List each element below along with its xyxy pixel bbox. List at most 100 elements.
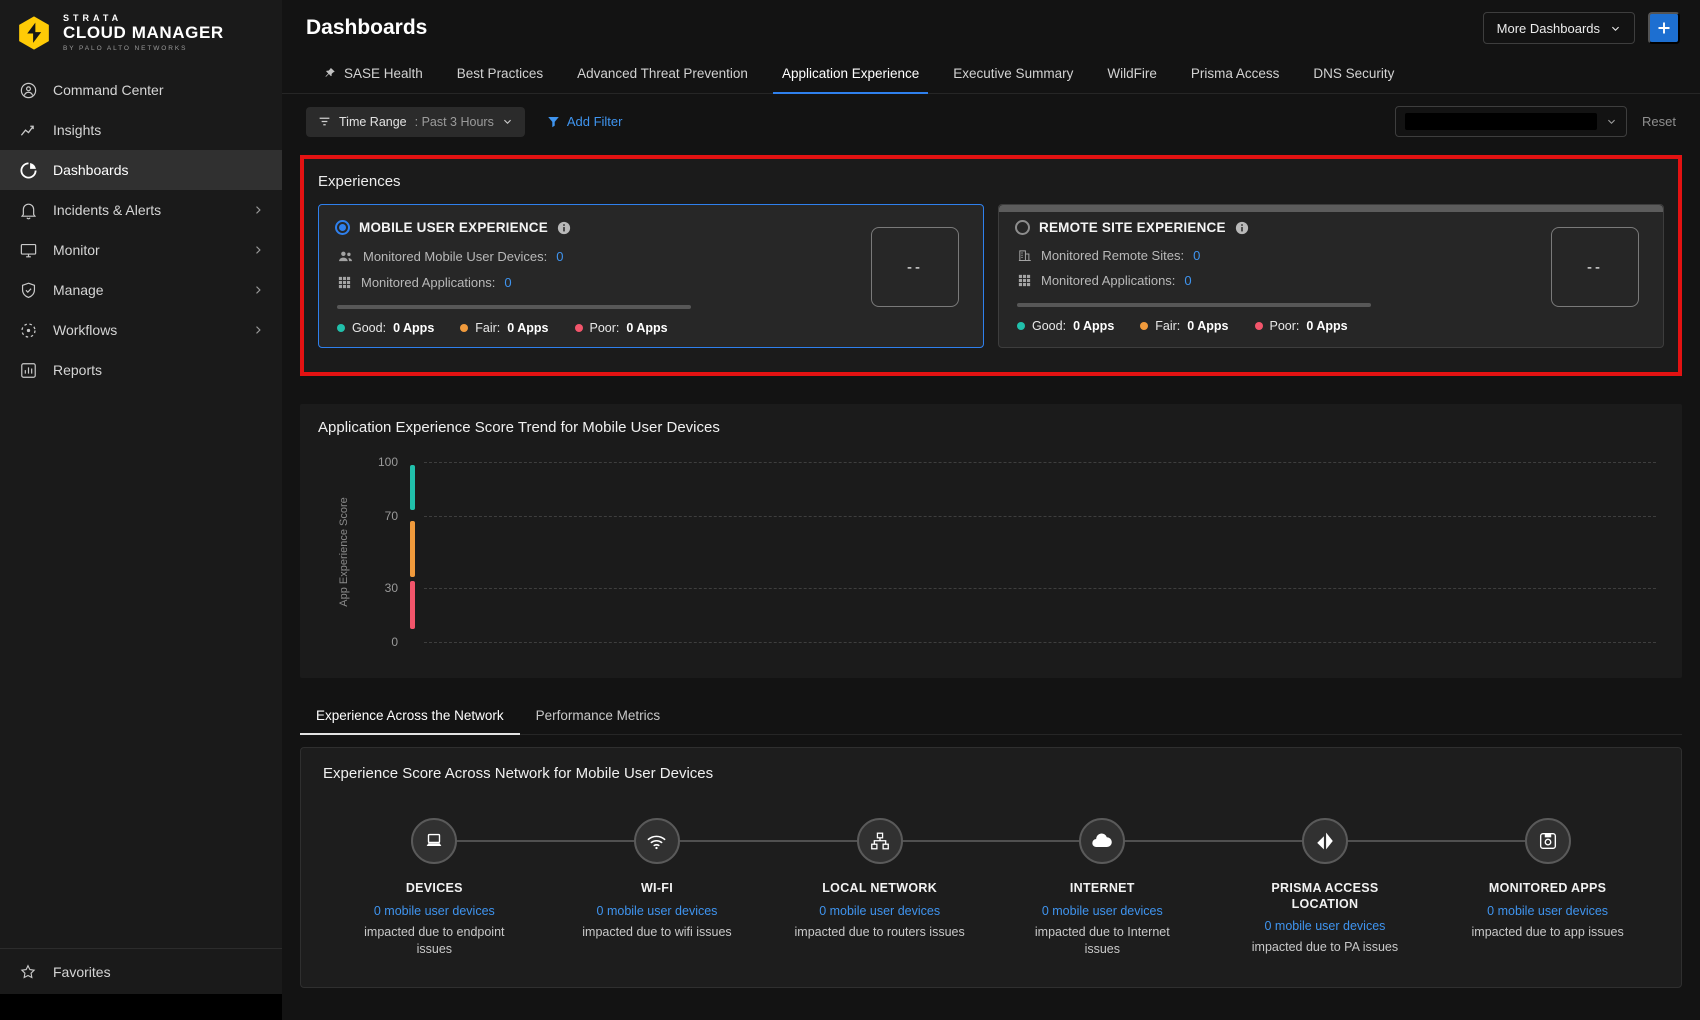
brand-wordmark: STRATA CLOUD MANAGER BY PALO ALTO NETWOR… bbox=[63, 13, 224, 52]
node-description: impacted due to PA issues bbox=[1252, 939, 1398, 956]
node-device-count-link[interactable]: 0 mobile user devices bbox=[1042, 904, 1163, 918]
dashboard-tabs: SASE Health Best Practices Advanced Thre… bbox=[282, 56, 1700, 94]
add-filter-button[interactable]: Add Filter bbox=[547, 114, 623, 129]
node-device-count-link[interactable]: 0 mobile user devices bbox=[1265, 919, 1386, 933]
y-axis-label: App Experience Score bbox=[338, 497, 350, 606]
legend-value: 0 Apps bbox=[507, 321, 548, 335]
node-description: impacted due to Internet issues bbox=[1016, 924, 1188, 958]
tab-dns-security[interactable]: DNS Security bbox=[1296, 56, 1411, 93]
alerts-bell-icon bbox=[18, 200, 38, 220]
dashboard-filter-select[interactable] bbox=[1395, 106, 1627, 137]
sidebar-item-monitor[interactable]: Monitor bbox=[0, 230, 282, 270]
users-icon bbox=[337, 248, 354, 265]
node-label: MONITORED APPS bbox=[1489, 881, 1606, 897]
chevron-down-icon bbox=[1606, 116, 1617, 127]
metric-value-link[interactable]: 0 bbox=[504, 275, 511, 290]
sidebar-item-label: Dashboards bbox=[53, 162, 129, 178]
legend-fair: Fair: 0 Apps bbox=[460, 321, 548, 335]
horizontal-scrollbar[interactable] bbox=[999, 205, 1663, 212]
tab-label: WildFire bbox=[1107, 66, 1157, 81]
trend-chart-plot: 100 70 30 0 bbox=[410, 462, 1656, 642]
tab-label: Performance Metrics bbox=[536, 708, 661, 723]
more-dashboards-label: More Dashboards bbox=[1497, 21, 1600, 36]
poor-score-band bbox=[410, 581, 415, 630]
network-experience-card: Experience Score Across Network for Mobi… bbox=[300, 747, 1682, 988]
gridline bbox=[424, 516, 1656, 517]
brand-line3: BY PALO ALTO NETWORKS bbox=[63, 45, 224, 52]
favorites-label: Favorites bbox=[53, 964, 111, 980]
apps-grid-icon bbox=[337, 275, 352, 290]
experience-cards: MOBILE USER EXPERIENCE Monitored Mobile … bbox=[318, 204, 1664, 348]
sidebar-bottom-strip bbox=[0, 994, 282, 1020]
y-tick: 100 bbox=[362, 455, 398, 469]
remote-site-experience-card[interactable]: REMOTE SITE EXPERIENCE Monitored Remote … bbox=[998, 204, 1664, 348]
dashboards-icon bbox=[18, 160, 38, 180]
info-icon[interactable] bbox=[557, 221, 571, 235]
node-description: impacted due to wifi issues bbox=[582, 924, 731, 941]
tab-label: Application Experience bbox=[782, 66, 919, 81]
sidebar-item-insights[interactable]: Insights bbox=[0, 110, 282, 150]
node-device-count-link[interactable]: 0 mobile user devices bbox=[597, 904, 718, 918]
brand-logo[interactable]: STRATA CLOUD MANAGER BY PALO ALTO NETWOR… bbox=[0, 0, 282, 62]
node-device-count-link[interactable]: 0 mobile user devices bbox=[374, 904, 495, 918]
sidebar-item-favorites[interactable]: Favorites bbox=[0, 948, 282, 994]
cloud-icon bbox=[1079, 818, 1125, 864]
strata-logo-icon bbox=[16, 15, 52, 51]
tab-label: Prisma Access bbox=[1191, 66, 1280, 81]
legend-label: Poor: bbox=[1270, 319, 1300, 333]
star-icon bbox=[18, 962, 38, 982]
tab-application-experience[interactable]: Application Experience bbox=[765, 56, 936, 93]
tab-experience-across-network[interactable]: Experience Across the Network bbox=[300, 698, 520, 734]
metric-value-link[interactable]: 0 bbox=[1193, 248, 1200, 263]
reports-icon bbox=[18, 360, 38, 380]
tab-label: DNS Security bbox=[1313, 66, 1394, 81]
tab-performance-metrics[interactable]: Performance Metrics bbox=[520, 698, 677, 734]
tab-wildfire[interactable]: WildFire bbox=[1090, 56, 1174, 93]
sidebar-item-label: Workflows bbox=[53, 322, 117, 338]
page-title: Dashboards bbox=[306, 16, 427, 40]
metric-value-link[interactable]: 0 bbox=[1184, 273, 1191, 288]
mobile-user-experience-card[interactable]: MOBILE USER EXPERIENCE Monitored Mobile … bbox=[318, 204, 984, 348]
selected-filter-value bbox=[1405, 113, 1597, 130]
tab-label: Advanced Threat Prevention bbox=[577, 66, 748, 81]
metric-value-link[interactable]: 0 bbox=[556, 249, 563, 264]
metric-label: Monitored Mobile User Devices: bbox=[363, 249, 547, 264]
node-device-count-link[interactable]: 0 mobile user devices bbox=[819, 904, 940, 918]
main-area: Dashboards More Dashboards SASE Health B… bbox=[282, 0, 1700, 1020]
remote-site-radio[interactable] bbox=[1015, 220, 1030, 235]
legend-label: Fair: bbox=[475, 321, 500, 335]
legend-poor: Poor:0 Apps bbox=[1255, 319, 1348, 333]
add-dashboard-button[interactable] bbox=[1648, 12, 1680, 44]
tab-executive-summary[interactable]: Executive Summary bbox=[936, 56, 1090, 93]
sidebar-item-workflows[interactable]: Workflows bbox=[0, 310, 282, 350]
more-dashboards-button[interactable]: More Dashboards bbox=[1483, 12, 1635, 44]
sidebar-item-incidents-alerts[interactable]: Incidents & Alerts bbox=[0, 190, 282, 230]
tab-prisma-access[interactable]: Prisma Access bbox=[1174, 56, 1297, 93]
sidebar-bottom: Favorites bbox=[0, 948, 282, 1020]
sidebar-item-reports[interactable]: Reports bbox=[0, 350, 282, 390]
tab-label: SASE Health bbox=[344, 66, 423, 81]
tab-advanced-threat-prevention[interactable]: Advanced Threat Prevention bbox=[560, 56, 765, 93]
experiences-section-highlighted: Experiences MOBILE USER EXPERIENCE Monit… bbox=[300, 155, 1682, 376]
tab-best-practices[interactable]: Best Practices bbox=[440, 56, 560, 93]
experience-tabs: Experience Across the Network Performanc… bbox=[300, 698, 1682, 735]
chevron-right-icon bbox=[252, 324, 264, 336]
info-icon[interactable] bbox=[1235, 221, 1249, 235]
network-node-monitored-apps: MONITORED APPS 0 mobile user devices imp… bbox=[1436, 818, 1659, 957]
network-node-local-network: LOCAL NETWORK 0 mobile user devices impa… bbox=[768, 818, 991, 957]
y-tick: 0 bbox=[362, 635, 398, 649]
sidebar-item-command-center[interactable]: Command Center bbox=[0, 70, 282, 110]
node-label: PRISMA ACCESS LOCATION bbox=[1255, 881, 1395, 912]
insights-icon bbox=[18, 120, 38, 140]
network-path: DEVICES 0 mobile user devices impacted d… bbox=[323, 818, 1659, 957]
reset-button[interactable]: Reset bbox=[1642, 114, 1676, 129]
tab-sase-health[interactable]: SASE Health bbox=[306, 56, 440, 93]
node-description: impacted due to endpoint issues bbox=[348, 924, 520, 958]
metric-label: Monitored Applications: bbox=[1041, 273, 1175, 288]
time-range-value: : Past 3 Hours bbox=[415, 115, 494, 129]
time-range-filter[interactable]: Time Range : Past 3 Hours bbox=[306, 107, 525, 137]
node-device-count-link[interactable]: 0 mobile user devices bbox=[1487, 904, 1608, 918]
sidebar-item-dashboards[interactable]: Dashboards bbox=[0, 150, 282, 190]
mobile-experience-radio[interactable] bbox=[335, 220, 350, 235]
sidebar-item-manage[interactable]: Manage bbox=[0, 270, 282, 310]
